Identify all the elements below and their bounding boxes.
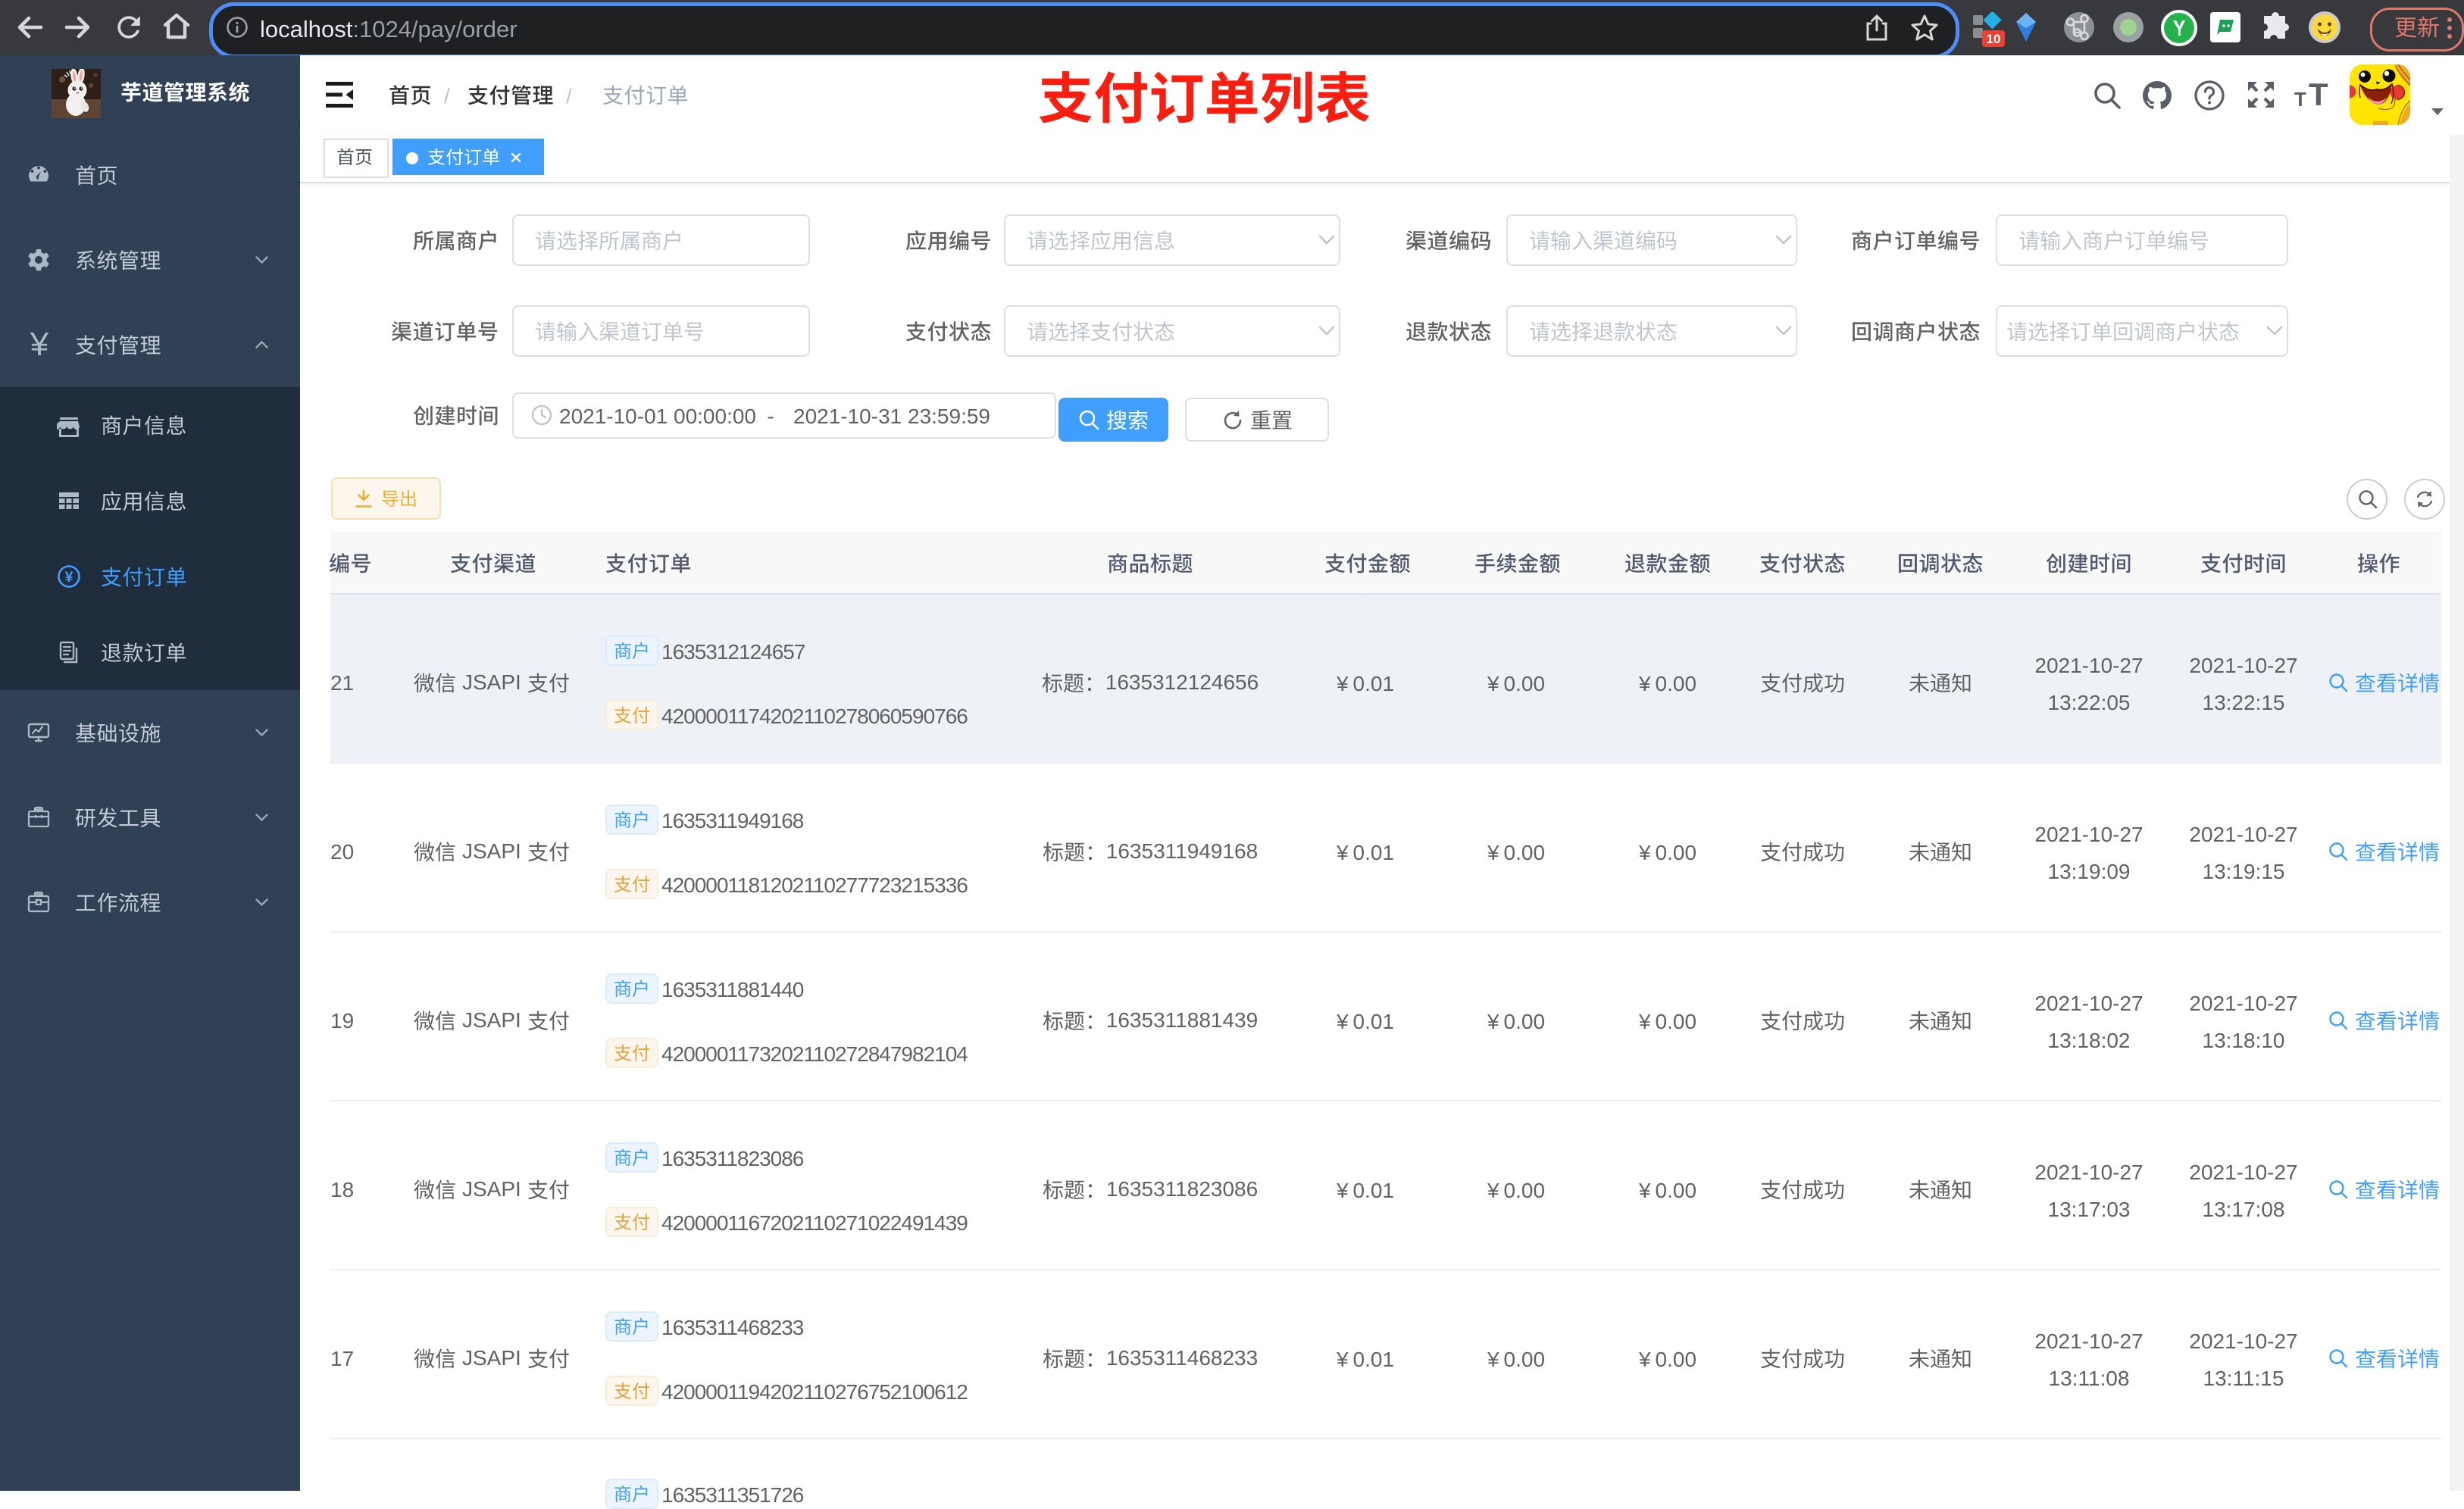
- svg-text:¥: ¥: [65, 570, 73, 586]
- svg-text:10: 10: [1987, 32, 2001, 46]
